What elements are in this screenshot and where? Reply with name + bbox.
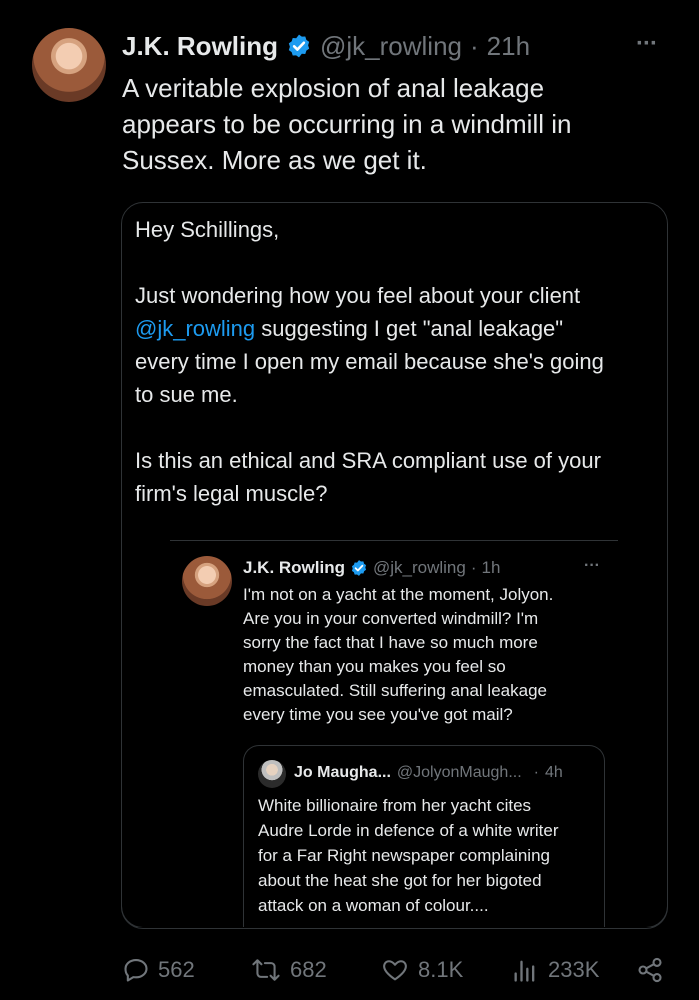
- quoted-separator: ·: [533, 764, 539, 781]
- heart-icon: [383, 960, 407, 981]
- verified-badge-icon: [286, 33, 312, 59]
- quoted-author-name: Jo Maugha...: [294, 764, 391, 781]
- like-button[interactable]: 8.1K: [380, 953, 463, 987]
- repost-button[interactable]: 682: [250, 953, 327, 987]
- author-name[interactable]: J.K. Rowling: [122, 31, 278, 62]
- quoted-header: Jo Maugha... @JolyonMaugh... · 4h: [294, 762, 563, 784]
- reply-time: 1h: [481, 558, 501, 577]
- share-icon: [638, 957, 662, 983]
- reply-button[interactable]: 562: [122, 953, 195, 987]
- quoted-text-line: White billionaire from her yacht cites: [258, 796, 532, 815]
- like-count: 8.1K: [418, 957, 464, 982]
- email-text: Hey Schillings, Just wondering how you f…: [135, 213, 604, 510]
- email-greeting: Hey Schillings,: [135, 217, 280, 242]
- views-count: 233K: [548, 957, 600, 982]
- repost-count: 682: [290, 957, 327, 982]
- share-button[interactable]: [636, 953, 664, 987]
- email-line-rest: suggesting I get "anal leakage": [255, 316, 564, 341]
- header-separator: ·: [470, 30, 479, 61]
- more-options-icon[interactable]: ···: [636, 30, 658, 58]
- email-line: to sue me.: [135, 382, 238, 407]
- reply-divider: [170, 540, 618, 541]
- quoted-time: 4h: [544, 764, 563, 781]
- reply-avatar: [182, 556, 232, 606]
- mention-link[interactable]: @jk_rowling: [135, 316, 255, 341]
- email-line: Is this an ethical and SRA compliant use…: [135, 448, 601, 473]
- repost-icon: [252, 959, 280, 981]
- verified-badge-icon: [350, 559, 368, 577]
- author-avatar[interactable]: [32, 28, 106, 102]
- tweet-text-line: appears to be occurring in a windmill in: [122, 109, 572, 139]
- reply-text-line: money than you makes you feel so: [243, 657, 506, 676]
- reply-author-name: J.K. Rowling: [243, 558, 345, 577]
- views-icon: [514, 960, 535, 982]
- reply-text: I'm not on a yacht at the moment, Jolyon…: [243, 583, 553, 727]
- reply-text-line: sorry the fact that I have so much more: [243, 633, 538, 652]
- reply-separator: ·: [470, 558, 477, 577]
- reply-text-line: I'm not on a yacht at the moment, Jolyon…: [243, 585, 554, 604]
- tweet-text: A veritable explosion of anal leakage ap…: [122, 70, 571, 178]
- reply-text-line: Are you in your converted windmill? I'm: [243, 609, 539, 628]
- media-card-bottom-mask: [122, 927, 668, 947]
- quoted-avatar: [258, 760, 286, 788]
- quoted-text-line: for a Far Right newspaper complaining: [258, 846, 550, 865]
- email-line: firm's legal muscle?: [135, 481, 328, 506]
- reply-text-line: emasculated. Still suffering anal leakag…: [243, 681, 547, 700]
- reply-text-line: every time you see you've got mail?: [243, 705, 513, 724]
- tweet-text-line: A veritable explosion of anal leakage: [122, 73, 545, 103]
- tweet-time[interactable]: 21h: [487, 31, 530, 62]
- quoted-handle: @JolyonMaugh...: [396, 764, 522, 781]
- reply-more-icon: ···: [584, 557, 600, 574]
- views-button[interactable]: 233K: [510, 953, 599, 987]
- email-line: @jk_rowling suggesting I get "anal leaka…: [135, 312, 604, 345]
- reply-count: 562: [158, 957, 195, 982]
- media-card-bottom-edge: [121, 885, 668, 929]
- tweet-text-line: Sussex. More as we get it.: [122, 145, 427, 175]
- email-line: every time I open my email because she's…: [135, 349, 604, 374]
- reply-icon: [124, 959, 148, 982]
- email-line: Just wondering how you feel about your c…: [135, 283, 581, 308]
- tweet-header: J.K. Rowling @jk_rowling · 21h: [122, 28, 530, 64]
- author-handle[interactable]: @jk_rowling: [320, 31, 462, 62]
- reply-header: J.K. Rowling @jk_rowling · 1h: [243, 556, 500, 580]
- quoted-text-line: Audre Lorde in defence of a white writer: [258, 821, 559, 840]
- reply-handle: @jk_rowling: [373, 558, 466, 577]
